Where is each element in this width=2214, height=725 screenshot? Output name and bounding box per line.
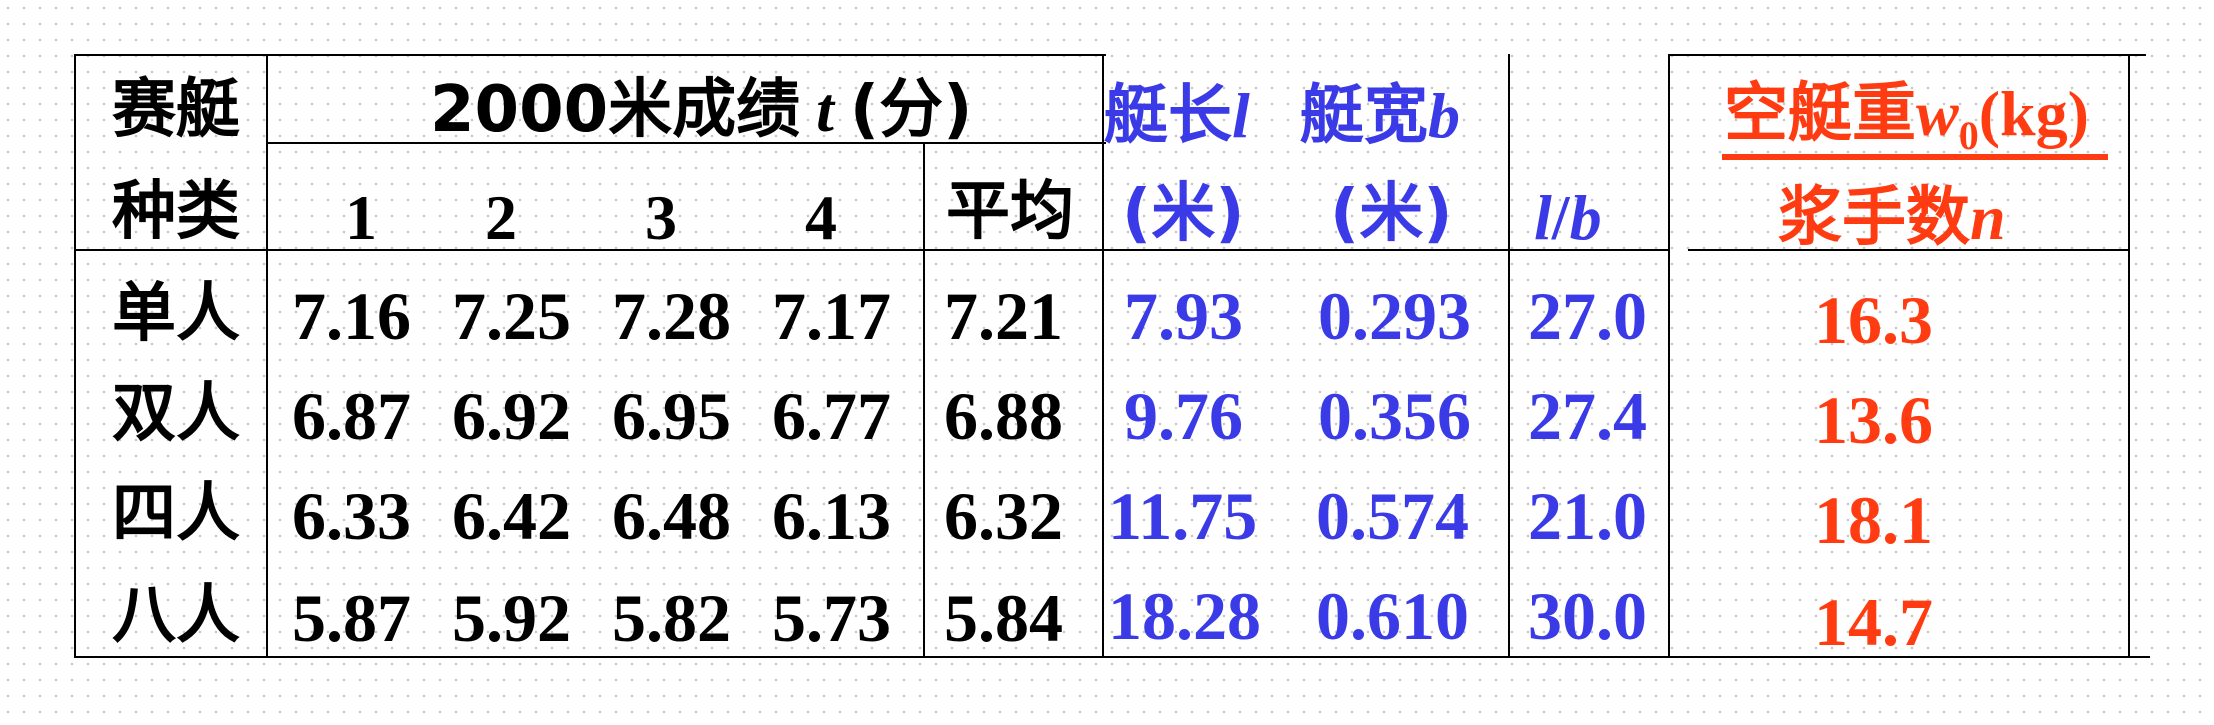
ratio-value: 27.0 <box>1528 278 1647 354</box>
time-value: 5.73 <box>772 580 891 656</box>
weight-variable: w <box>1916 78 1959 149</box>
time-value: 6.92 <box>452 378 571 454</box>
width-value: 0.293 <box>1318 278 1471 354</box>
time-header: 2000米成绩 t (分) <box>430 78 972 143</box>
weight-per-rower-value: 16.3 <box>1814 282 1933 358</box>
length-value: 9.76 <box>1124 378 1243 454</box>
average-value: 5.84 <box>944 580 1063 656</box>
ratio-column-border <box>1508 54 1510 658</box>
time-col-2: 2 <box>485 182 517 253</box>
time-value: 6.87 <box>292 378 411 454</box>
average-column-border <box>923 142 925 658</box>
width-header-label: 艇宽 <box>1300 79 1428 153</box>
rowers-header: 浆手数n <box>1778 186 2006 251</box>
length-value: 7.93 <box>1124 278 1243 354</box>
average-value: 6.88 <box>944 378 1063 454</box>
weight-per-rower-value: 18.1 <box>1814 482 1933 558</box>
time-value: 7.25 <box>452 278 571 354</box>
weight-column-left-border <box>1668 54 1670 658</box>
time-value: 7.16 <box>292 278 411 354</box>
time-value: 7.28 <box>612 278 731 354</box>
time-value: 6.48 <box>612 478 731 554</box>
rowers-variable: n <box>1970 182 2006 253</box>
table-top-border <box>74 54 1106 56</box>
length-value: 18.28 <box>1108 578 1261 654</box>
rowers-header-label: 浆手数 <box>1778 181 1970 255</box>
time-variable: t <box>816 74 834 145</box>
average-header: 平均 <box>946 175 1074 249</box>
weight-unit: (kg) <box>1978 78 2089 149</box>
width-header: 艇宽b <box>1300 84 1460 149</box>
length-value: 11.75 <box>1108 478 1258 554</box>
ratio-header: l/b <box>1534 186 1602 250</box>
weight-header-label: 空艇重 <box>1724 77 1916 151</box>
ratio-value: 30.0 <box>1528 578 1647 654</box>
length-header-label: 艇长 <box>1104 79 1232 153</box>
width-unit: (米) <box>1330 177 1453 251</box>
boat-type: 八人 <box>112 579 240 653</box>
boat-type: 单人 <box>112 277 240 351</box>
time-value: 6.33 <box>292 478 411 554</box>
length-variable: l <box>1232 80 1250 151</box>
average-value: 6.32 <box>944 478 1063 554</box>
width-value: 0.574 <box>1316 478 1469 554</box>
table-left-border <box>74 54 76 658</box>
ratio-slash: / <box>1551 182 1570 253</box>
time-col-1: 1 <box>345 182 377 253</box>
ratio-denominator: b <box>1569 182 1602 253</box>
time-col-4: 4 <box>805 182 837 253</box>
weight-per-rower-value: 13.6 <box>1814 382 1933 458</box>
time-value: 6.95 <box>612 378 731 454</box>
width-value: 0.356 <box>1318 378 1471 454</box>
average-value: 7.21 <box>944 278 1063 354</box>
ratio-value: 27.4 <box>1528 378 1647 454</box>
time-value: 5.92 <box>452 580 571 656</box>
weight-per-rower-value: 14.7 <box>1814 584 1933 660</box>
boat-type: 双人 <box>112 377 240 451</box>
boat-type: 四人 <box>112 477 240 551</box>
time-unit: (分) <box>849 73 973 147</box>
time-value: 6.13 <box>772 478 891 554</box>
width-value: 0.610 <box>1316 578 1469 654</box>
ratio-numerator: l <box>1534 182 1552 253</box>
table-top-border-right <box>1668 54 2146 56</box>
type-header-line2: 种类 <box>112 175 240 249</box>
width-variable: b <box>1428 80 1460 151</box>
type-column-border <box>266 54 268 658</box>
time-value: 6.42 <box>452 478 571 554</box>
time-col-3: 3 <box>645 182 677 253</box>
time-header-label: 2000米成绩 <box>430 73 801 147</box>
length-unit: (米) <box>1122 177 1245 251</box>
ratio-value: 21.0 <box>1528 478 1647 554</box>
type-header-line1: 赛艇 <box>112 73 240 147</box>
length-header: 艇长l <box>1104 84 1250 149</box>
weight-subscript: 0 <box>1958 112 1979 158</box>
time-value: 5.82 <box>612 580 731 656</box>
fraction-bar <box>1722 154 2108 160</box>
table-right-border <box>2128 54 2130 658</box>
weight-header: 空艇重w0(kg) <box>1724 82 2089 156</box>
time-value: 7.17 <box>772 278 891 354</box>
time-value: 6.77 <box>772 378 891 454</box>
time-value: 5.87 <box>292 580 411 656</box>
